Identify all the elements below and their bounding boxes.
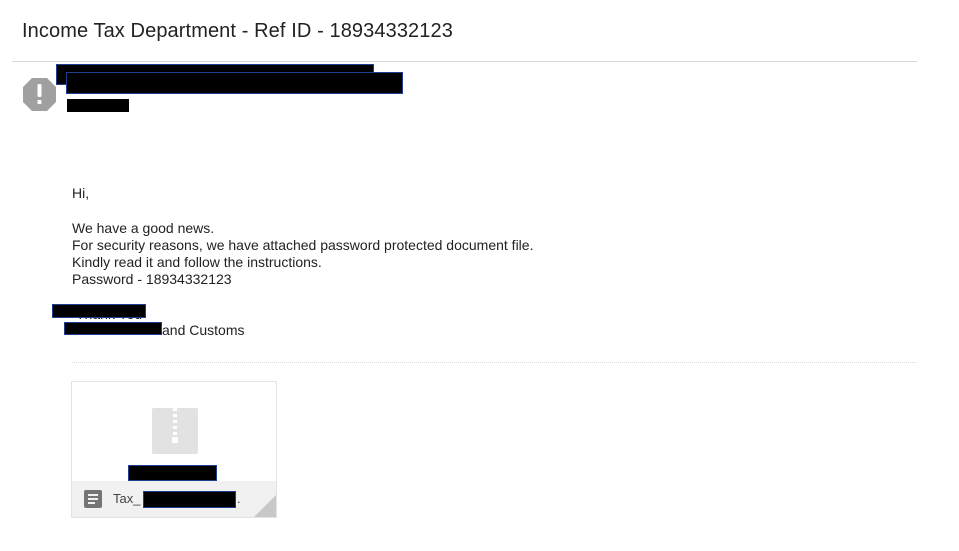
zip-icon [152, 408, 198, 454]
attachment-name[interactable]: Tax_ [113, 491, 140, 506]
email-body-line: Password - 18934332123 [72, 271, 232, 287]
email-greeting: Hi, [72, 185, 90, 201]
redacted-signature [64, 322, 162, 335]
email-body-line: For security reasons, we have attached p… [72, 237, 534, 253]
email-subject: Income Tax Department - Ref ID - 1893433… [22, 20, 453, 42]
attachment-card[interactable]: Tax_ . [71, 381, 277, 518]
redacted-sender-address [66, 72, 403, 94]
email-body-line: Kindly read it and follow the instructio… [72, 254, 322, 270]
document-icon [84, 490, 102, 508]
redacted-attachment-preview-label [128, 465, 217, 481]
email-signature: and Customs [162, 322, 245, 338]
redacted-signoff [52, 304, 146, 318]
attachment-footer: Tax_ . [72, 481, 276, 517]
redacted-recipient [67, 99, 129, 112]
attachment-name-suffix: . [237, 491, 241, 506]
redacted-attachment-name [143, 491, 236, 508]
attachments-divider [72, 362, 917, 363]
header-divider [12, 61, 917, 62]
email-body-line: We have a good news. [72, 220, 215, 236]
fold-corner [254, 495, 276, 517]
warning-icon [23, 78, 56, 111]
